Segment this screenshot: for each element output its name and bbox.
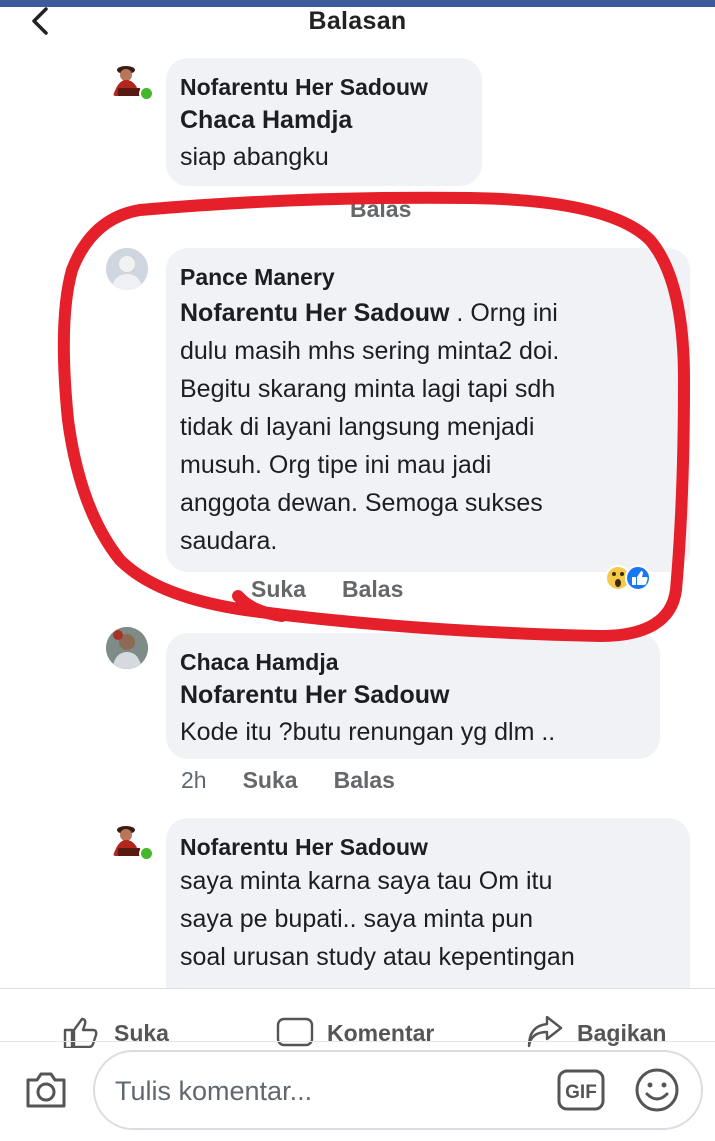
share-icon (527, 1016, 563, 1048)
comment-text-line: musuh. Org tipe ini mau jadi (180, 451, 492, 479)
reply-link[interactable]: Balas (342, 576, 403, 602)
comment-text-line: anggota dewan. Semoga sukses (180, 489, 543, 517)
avatar[interactable] (106, 248, 148, 290)
comment-text-line: saya minta karna saya tau Om itu (180, 867, 553, 895)
comment-mention[interactable]: Nofarentu Her Sadouw (180, 677, 644, 713)
reply-link[interactable]: Balas (350, 196, 411, 222)
comment-icon (276, 1017, 314, 1047)
gif-icon[interactable]: GIF (557, 1069, 605, 1111)
comment-text: siap abangku (180, 143, 329, 171)
like-link[interactable]: Suka (243, 767, 298, 793)
comment-text-line: saudara. (180, 527, 278, 555)
like-link[interactable]: Suka (251, 576, 306, 602)
comment-text-line: tidak di layani langsung menjadi (180, 413, 535, 441)
camera-icon[interactable] (22, 1066, 70, 1114)
comment-text-line: Begitu skarang minta lagi tapi sdh (180, 375, 556, 403)
comment-bubble[interactable]: Pance Manery Nofarentu Her Sadouw . Orng… (166, 248, 690, 572)
status-strip (0, 0, 715, 7)
like-icon (63, 1017, 98, 1048)
share-button[interactable]: Bagikan (525, 1016, 666, 1048)
emoji-icon[interactable] (633, 1066, 681, 1114)
like-label: Suka (114, 1019, 169, 1046)
share-label: Bagikan (577, 1019, 667, 1046)
comment-mention[interactable]: Nofarentu Her Sadouw (180, 299, 449, 327)
comment-composer: GIF (93, 1050, 703, 1130)
divider (0, 988, 715, 989)
comment-actions: Suka Balas (251, 576, 439, 603)
comment-text-line: dulu masih mhs sering minta2 doi. (180, 337, 560, 365)
comment-actions: 2h Suka Balas (181, 767, 431, 794)
avatar[interactable] (106, 627, 148, 669)
reaction-summary[interactable] (604, 564, 664, 592)
comment-author[interactable]: Pance Manery (180, 262, 674, 292)
timestamp: 2h (181, 767, 207, 793)
comment-button[interactable]: Komentar (275, 1016, 434, 1048)
comment-text: Kode itu ?butu renungan yg dlm .. (180, 718, 556, 746)
post-action-bar: Suka Komentar Bagikan (0, 1008, 715, 1048)
like-button[interactable]: Suka (62, 1016, 169, 1048)
comment-author[interactable]: Chaca Hamdja (180, 647, 644, 677)
online-status-icon (139, 86, 154, 101)
composer-divider (0, 1041, 715, 1042)
comment-author[interactable]: Nofarentu Her Sadouw (180, 72, 466, 102)
comment-actions: Balas (350, 196, 447, 223)
comment-mention[interactable]: Chaca Hamdja (180, 102, 466, 138)
online-status-icon (139, 846, 154, 861)
comment-text-line: soal urusan study atau kepentingan (180, 943, 575, 971)
comment-bubble[interactable]: Chaca Hamdja Nofarentu Her Sadouw Kode i… (166, 633, 660, 759)
comment-input[interactable] (113, 1068, 537, 1114)
comment-bubble[interactable]: Nofarentu Her Sadouw Chaca Hamdja siap a… (166, 58, 482, 186)
comment-text-first: . Orng ini (449, 299, 558, 327)
comment-author[interactable]: Nofarentu Her Sadouw (180, 832, 674, 862)
comment-label: Komentar (327, 1019, 435, 1046)
comment-text-line: saya pe bupati.. saya minta pun (180, 905, 534, 933)
page-title: Balasan (308, 7, 407, 35)
header: Balasan (0, 7, 715, 47)
reply-link[interactable]: Balas (334, 767, 395, 793)
comment-bubble[interactable]: Nofarentu Her Sadouw saya minta karna sa… (166, 818, 690, 988)
gif-label: GIF (565, 1082, 597, 1103)
